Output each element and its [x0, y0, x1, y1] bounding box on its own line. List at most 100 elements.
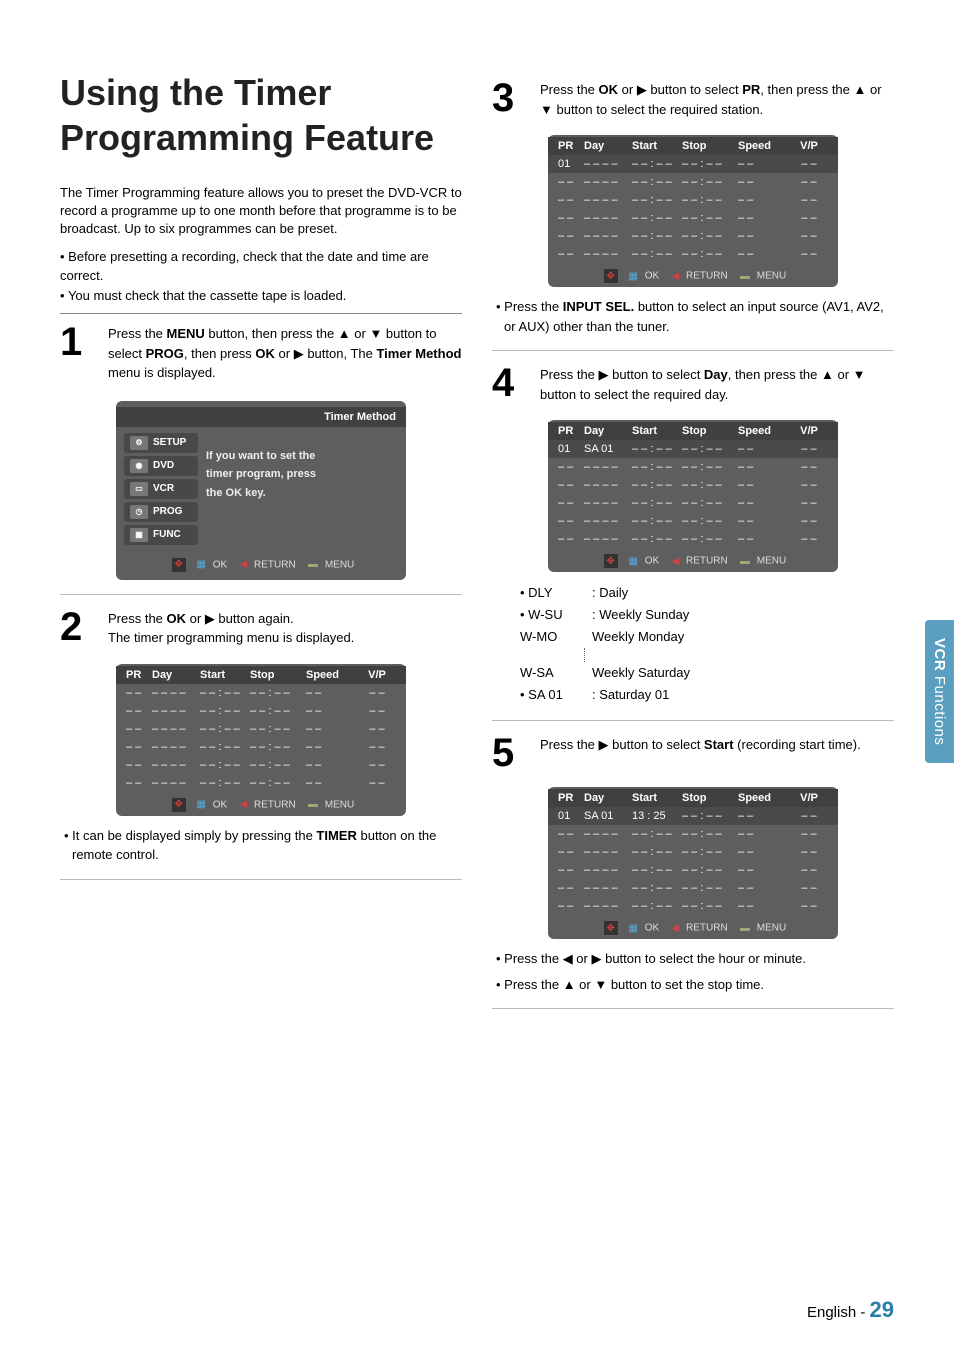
page-title: Using the Timer Programming Feature — [60, 70, 462, 160]
legend-row: • DLY: Daily — [520, 582, 894, 604]
tab-p2: Functions — [931, 676, 948, 746]
k: • DLY — [520, 582, 592, 604]
table-row: – –– – – –– – : – –– – : – –– –– – — [548, 458, 838, 476]
intro-bullet: Before presetting a recording, check tha… — [60, 247, 462, 286]
table-row: – –– – – –– – : – –– – : – –– –– – — [548, 897, 838, 915]
legend-row: W-SA Weekly Saturday — [520, 662, 894, 684]
foot-lang: English — [807, 1304, 856, 1321]
title-text: Using the Timer Programming Feature — [60, 70, 462, 160]
k: • W-SU — [520, 604, 592, 626]
divider — [492, 350, 894, 351]
kw-ok: OK — [599, 82, 619, 97]
osd-menu-list: ⚙ SETUP ◉DVD ▭VCR ◷PROG ▦FUNC — [124, 433, 198, 548]
table-row: – –– – – –– – : – –– – : – –– –– – — [548, 476, 838, 494]
legend-row: • SA 01: Saturday 01 — [520, 684, 894, 706]
lbl: OK — [213, 559, 227, 570]
kw-timer-method: Timer Method — [376, 346, 461, 361]
table-row: – –– – – –– – : – –– – : – –– –– – — [548, 861, 838, 879]
v: Weekly Monday — [592, 626, 684, 648]
divider — [60, 879, 462, 880]
divider — [492, 720, 894, 721]
t: Press the — [108, 326, 167, 341]
move-icon — [172, 798, 186, 812]
osd-menu-item-func: ▦FUNC — [124, 525, 198, 545]
lbl: SETUP — [153, 437, 186, 448]
kw-menu: MENU — [167, 326, 205, 341]
l: the OK key. — [206, 484, 316, 503]
move-icon — [604, 554, 618, 568]
t: Press the — [540, 82, 599, 97]
dots — [584, 648, 894, 662]
t: or ▶ button again. — [186, 611, 294, 626]
move-icon — [604, 921, 618, 935]
kw-ok: OK — [255, 346, 275, 361]
t: , then press — [184, 346, 256, 361]
t: It can be displayed simply by pressing t… — [72, 828, 316, 843]
k: • SA 01 — [520, 684, 592, 706]
table-row: – –– – – –– – : – –– – : – –– –– – — [548, 227, 838, 245]
table-row: – –– – – –– – : – –– – : – –– –– – — [548, 173, 838, 191]
step-number: 2 — [60, 609, 96, 648]
table-row: 01– – – –– – : – –– – : – –– –– – — [548, 155, 838, 173]
table-row: – –– – – –– – : – –– – : – –– –– – — [548, 825, 838, 843]
step-number: 4 — [492, 365, 528, 404]
table-row: – –– – – –– – : – –– – : – –– –– – — [548, 245, 838, 263]
clock-icon: ◷ — [130, 505, 148, 519]
osd-timer-method: Timer Method ⚙SETUP ◉DVD ▭VCR ◷PROG ▦FUN… — [116, 401, 406, 580]
step-text: Press the OK or ▶ button to select PR, t… — [540, 80, 894, 119]
foot-sep: - — [860, 1304, 869, 1321]
step5-b1: • Press the ◀ or ▶ button to select the … — [492, 949, 894, 969]
table-row: – –– – – –– – : – –– – : – –– –– – — [548, 879, 838, 897]
step-text: Press the MENU button, then press the ▲ … — [108, 324, 462, 383]
move-icon — [604, 269, 618, 283]
osd-menu-item-prog: ◷PROG — [124, 502, 198, 522]
kw-prog: PROG — [146, 346, 184, 361]
divider — [60, 313, 462, 314]
table-row: – –– – – –– – : – –– – : – –– –– – — [548, 530, 838, 548]
step-text: Press the ▶ button to select Start (reco… — [540, 735, 894, 771]
step-number: 3 — [492, 80, 528, 119]
v: Weekly Saturday — [592, 662, 690, 684]
intro-bullet: You must check that the cassette tape is… — [60, 286, 462, 306]
step-text: Press the ▶ button to select Day, then p… — [540, 365, 894, 404]
legend-row: W-MO Weekly Monday — [520, 626, 894, 648]
table-row: – –– – – –– – : – –– – : – –– –– – — [116, 756, 406, 774]
step5-b2: • Press the ▲ or ▼ button to set the sto… — [492, 975, 894, 995]
osd-timer-table-blank: PRDayStartStopSpeedV/P– –– – – –– – : – … — [116, 664, 406, 816]
table-row: – –– – – –– – : – –– – : – –– –– – — [548, 191, 838, 209]
divider — [492, 1008, 894, 1009]
t: The timer programming menu is displayed. — [108, 630, 354, 645]
step-2: 2 Press the OK or ▶ button again. The ti… — [60, 609, 462, 648]
osd-footer: ▦ OK ◀ RETURN ▬ MENU — [116, 552, 406, 574]
table-row: – –– – – –– – : – –– – : – –– –– – — [116, 738, 406, 756]
step-1: 1 Press the MENU button, then press the … — [60, 324, 462, 383]
step-3: 3 Press the OK or ▶ button to select PR,… — [492, 80, 894, 119]
lbl: RETURN — [254, 559, 296, 570]
l: timer program, press — [206, 465, 316, 484]
t: Press the — [504, 299, 563, 314]
kw-timer: TIMER — [316, 828, 356, 843]
day-legend: • DLY: Daily • W-SU: Weekly Sunday W-MO … — [520, 582, 894, 706]
t: Press the ◀ or ▶ button to select the ho… — [504, 951, 806, 966]
v: : Weekly Sunday — [592, 604, 689, 626]
lbl: FUNC — [153, 529, 181, 540]
divider — [60, 594, 462, 595]
osd-menu-item-vcr: ▭VCR — [124, 479, 198, 499]
gear-icon: ⚙ — [130, 436, 148, 450]
osd-menu-item-dvd: ◉DVD — [124, 456, 198, 476]
table-row: – –– – – –– – : – –– – : – –– –– – — [116, 720, 406, 738]
kw-input-sel: INPUT SEL. — [563, 299, 635, 314]
lbl: MENU — [325, 559, 354, 570]
t: menu is displayed. — [108, 365, 216, 380]
kw-ok: OK — [167, 611, 187, 626]
step3-note: • Press the INPUT SEL. button to select … — [492, 297, 894, 336]
osd-timer-table-pr: PRDayStartStopSpeedV/P01– – – –– – : – –… — [548, 135, 838, 287]
table-row: – –– – – –– – : – –– – : – –– –– – — [548, 843, 838, 861]
t: Press the ▲ or ▼ button to set the stop … — [504, 977, 764, 992]
kw-pr: PR — [742, 82, 760, 97]
table-row: – –– – – –– – : – –– – : – –– –– – — [548, 512, 838, 530]
table-row: – –– – – –– – : – –– – : – –– –– – — [116, 702, 406, 720]
lbl: VCR — [153, 483, 174, 494]
t: Press the ▶ button to select — [540, 737, 704, 752]
osd-message: If you want to set the timer program, pr… — [206, 433, 316, 548]
